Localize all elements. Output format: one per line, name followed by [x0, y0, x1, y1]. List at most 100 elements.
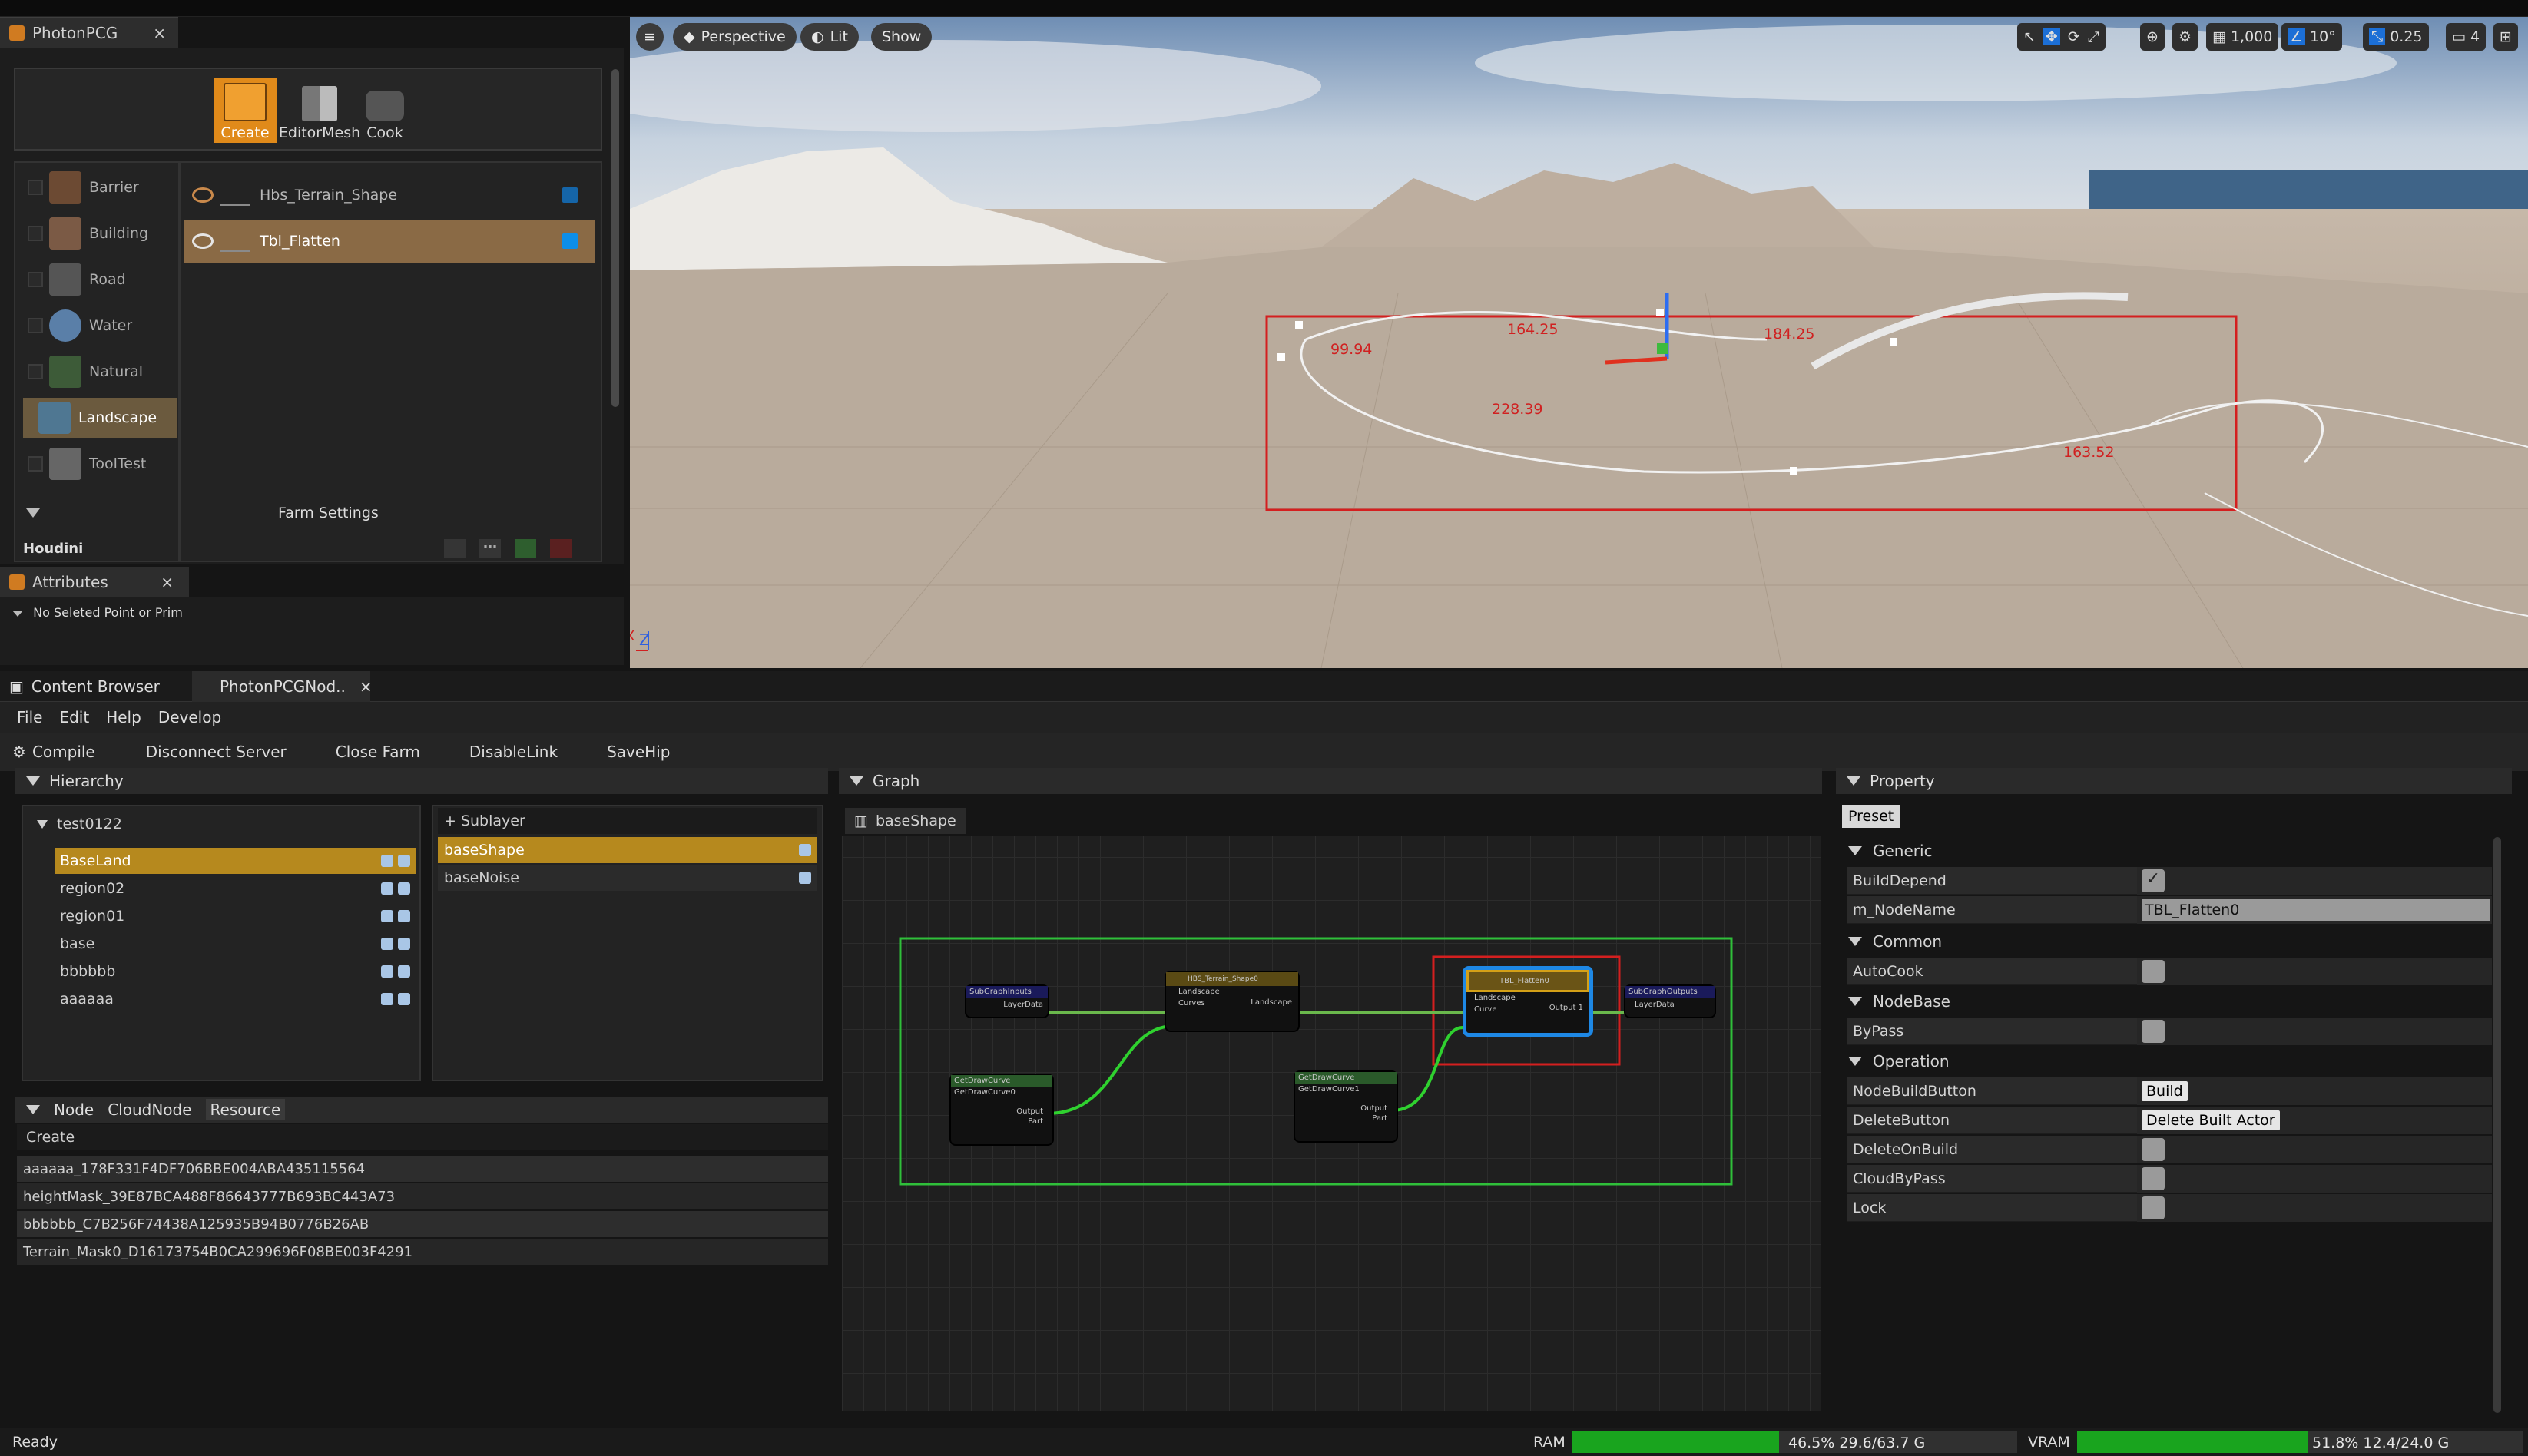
checkbox[interactable] — [28, 456, 43, 472]
close-farm-button[interactable]: Close Farm — [336, 743, 420, 761]
checkbox[interactable] — [28, 318, 43, 333]
scale-snap-button[interactable]: ⤡ 0.25 — [2363, 23, 2429, 51]
property-header[interactable]: Property — [1836, 768, 2512, 794]
connected-icon[interactable] — [515, 539, 536, 558]
viewport-menu-button[interactable]: ≡ — [636, 23, 664, 51]
move-icon[interactable]: ✥ — [2043, 28, 2060, 45]
show-button[interactable]: Show — [871, 23, 933, 51]
category-landscape[interactable]: Landscape — [23, 398, 177, 438]
compile-button[interactable]: Compile — [32, 743, 95, 761]
surface-snap-button[interactable]: ⚙ — [2172, 23, 2198, 51]
farm-settings-header[interactable]: Farm Settings — [14, 499, 602, 527]
hierarchy-header[interactable]: Hierarchy — [15, 768, 828, 794]
tree-item-bbbbbb[interactable]: bbbbbb — [55, 958, 416, 984]
perspective-button[interactable]: ◆ Perspective — [673, 23, 797, 51]
category-road[interactable]: Road — [22, 260, 175, 299]
resource-item[interactable]: heightMask_39E87BCA488F86643777B693BC443… — [17, 1183, 828, 1209]
autocook-checkbox[interactable] — [2142, 960, 2165, 983]
tab-photonpcg-node-editor[interactable]: PhotonPCGNod.. × — [192, 671, 373, 702]
node-graph-canvas[interactable]: SubGraphInputs LayerData HBS_Terrain_Sha… — [842, 836, 1821, 1411]
resource-item[interactable]: aaaaaa_178F331F4DF706BBE004ABA435115564 — [17, 1156, 828, 1182]
collapse-arrow-icon[interactable] — [1847, 776, 1860, 786]
graph-tab-baseshape[interactable]: ▥ baseShape — [845, 808, 966, 834]
sublayer-item-basenoise[interactable]: baseNoise — [438, 865, 817, 891]
collapse-arrow-icon[interactable] — [12, 611, 23, 617]
category-natural[interactable]: Natural — [22, 352, 175, 392]
tree-item-region01[interactable]: region01 — [55, 903, 416, 929]
rotate-icon[interactable]: ⟳ — [2068, 28, 2080, 45]
camera-speed-button[interactable]: ▭ 4 — [2446, 23, 2487, 51]
menu-edit[interactable]: Edit — [59, 708, 89, 726]
error-icon[interactable] — [550, 539, 572, 558]
resource-item[interactable]: Terrain_Mask0_D16173754B0CA299696F08BE00… — [17, 1239, 828, 1265]
node-hbs-terrain-shape[interactable]: HBS_Terrain_Shape0 Landscape Curves Land… — [1165, 971, 1300, 1032]
expand-arrow-icon[interactable] — [37, 819, 48, 829]
menu-file[interactable]: File — [17, 708, 42, 726]
angle-snap-button[interactable]: ∠ 10° — [2281, 23, 2342, 51]
add-sublayer-button[interactable]: + Sublayer — [438, 808, 817, 834]
eye-icon[interactable] — [799, 872, 811, 884]
visibility-eye-icon[interactable] — [192, 233, 214, 249]
visibility-eye-icon[interactable] — [192, 187, 214, 203]
node-get-draw-curve-0[interactable]: GetDrawCurve GetDrawCurve0 Output Part — [949, 1074, 1054, 1146]
close-icon[interactable]: × — [359, 677, 373, 696]
resource-item[interactable]: bbbbbb_C7B256F74438A125935B94B0776B26AB — [17, 1211, 828, 1237]
node-tbl-flatten[interactable]: TBL_Flatten0 Landscape Curve Output 1 — [1463, 966, 1593, 1037]
category-barrier[interactable]: Barrier — [22, 167, 175, 207]
build-depend-checkbox[interactable]: ✓ — [2142, 869, 2165, 892]
close-icon[interactable]: × — [153, 24, 166, 42]
close-icon[interactable]: × — [161, 573, 174, 591]
collapse-arrow-icon[interactable] — [850, 776, 863, 786]
collapse-arrow-icon[interactable] — [1848, 997, 1862, 1006]
category-building[interactable]: Building — [22, 213, 175, 253]
section-generic[interactable]: Generic — [1847, 837, 1933, 865]
maximize-viewport-button[interactable]: ⊞ — [2493, 23, 2518, 51]
create-tool-button[interactable]: Create — [214, 78, 277, 143]
node-subgraph-inputs[interactable]: SubGraphInputs LayerData — [965, 984, 1049, 1018]
tab-node[interactable]: Node — [54, 1100, 94, 1119]
section-common[interactable]: Common — [1847, 928, 1942, 955]
shape-tbl-flatten[interactable]: Tbl_Flatten — [184, 220, 595, 263]
layer-visibility-icons[interactable] — [381, 938, 410, 950]
build-button[interactable]: Build — [2142, 1081, 2188, 1101]
delete-built-actor-button[interactable]: Delete Built Actor — [2142, 1110, 2280, 1130]
color-swatch[interactable] — [562, 187, 578, 203]
link-icon[interactable] — [444, 539, 466, 558]
graph-header[interactable]: Graph — [839, 768, 1822, 794]
checkbox[interactable] — [28, 180, 43, 195]
menu-develop[interactable]: Develop — [158, 708, 221, 726]
layer-visibility-icons[interactable] — [381, 965, 410, 978]
collapse-arrow-icon[interactable] — [1848, 1057, 1862, 1066]
property-scrollbar[interactable] — [2493, 837, 2501, 1413]
category-tooltest[interactable]: ToolTest — [22, 444, 175, 484]
editormesh-tool-button[interactable]: EditorMesh — [279, 78, 360, 143]
section-nodebase[interactable]: NodeBase — [1847, 988, 1950, 1015]
tree-item-base[interactable]: base — [55, 931, 416, 957]
create-resource-button[interactable]: Create — [17, 1124, 828, 1150]
level-viewport[interactable]: Z X 164.25 99.94 184.25 228.39 163.52 ≡ … — [630, 17, 2528, 668]
collapse-arrow-icon[interactable] — [1848, 937, 1862, 946]
tree-item-aaaaaa[interactable]: aaaaaa — [55, 986, 416, 1012]
delete-on-build-checkbox[interactable] — [2142, 1138, 2165, 1161]
section-operation[interactable]: Operation — [1847, 1047, 1950, 1075]
world-space-button[interactable]: ⊕ — [2140, 23, 2165, 51]
tab-photonpcg[interactable]: PhotonPCG × — [0, 17, 178, 48]
lock-checkbox[interactable] — [2142, 1196, 2165, 1219]
tree-item-baseland[interactable]: BaseLand — [55, 848, 416, 874]
tab-resource[interactable]: Resource — [205, 1099, 286, 1120]
scale-icon[interactable]: ⤢ — [2088, 28, 2099, 45]
node-name-input[interactable]: TBL_Flatten0 — [2142, 899, 2490, 921]
node-get-draw-curve-1[interactable]: GetDrawCurve GetDrawCurve1 Output Part — [1294, 1070, 1398, 1143]
save-hip-button[interactable]: SaveHip — [607, 743, 670, 761]
collapse-arrow-icon[interactable] — [26, 776, 40, 786]
menu-help[interactable]: Help — [106, 708, 141, 726]
disable-link-button[interactable]: DisableLink — [469, 743, 558, 761]
layer-visibility-icons[interactable] — [381, 855, 410, 867]
collapse-arrow-icon[interactable] — [1848, 846, 1862, 855]
collapse-arrow-icon[interactable] — [26, 508, 40, 518]
checkbox[interactable] — [28, 364, 43, 379]
select-icon[interactable]: ↖ — [2023, 28, 2036, 45]
tab-content-browser[interactable]: ▣ Content Browser — [9, 671, 160, 702]
tree-item-region02[interactable]: region02 — [55, 875, 416, 902]
checkbox[interactable] — [28, 272, 43, 287]
